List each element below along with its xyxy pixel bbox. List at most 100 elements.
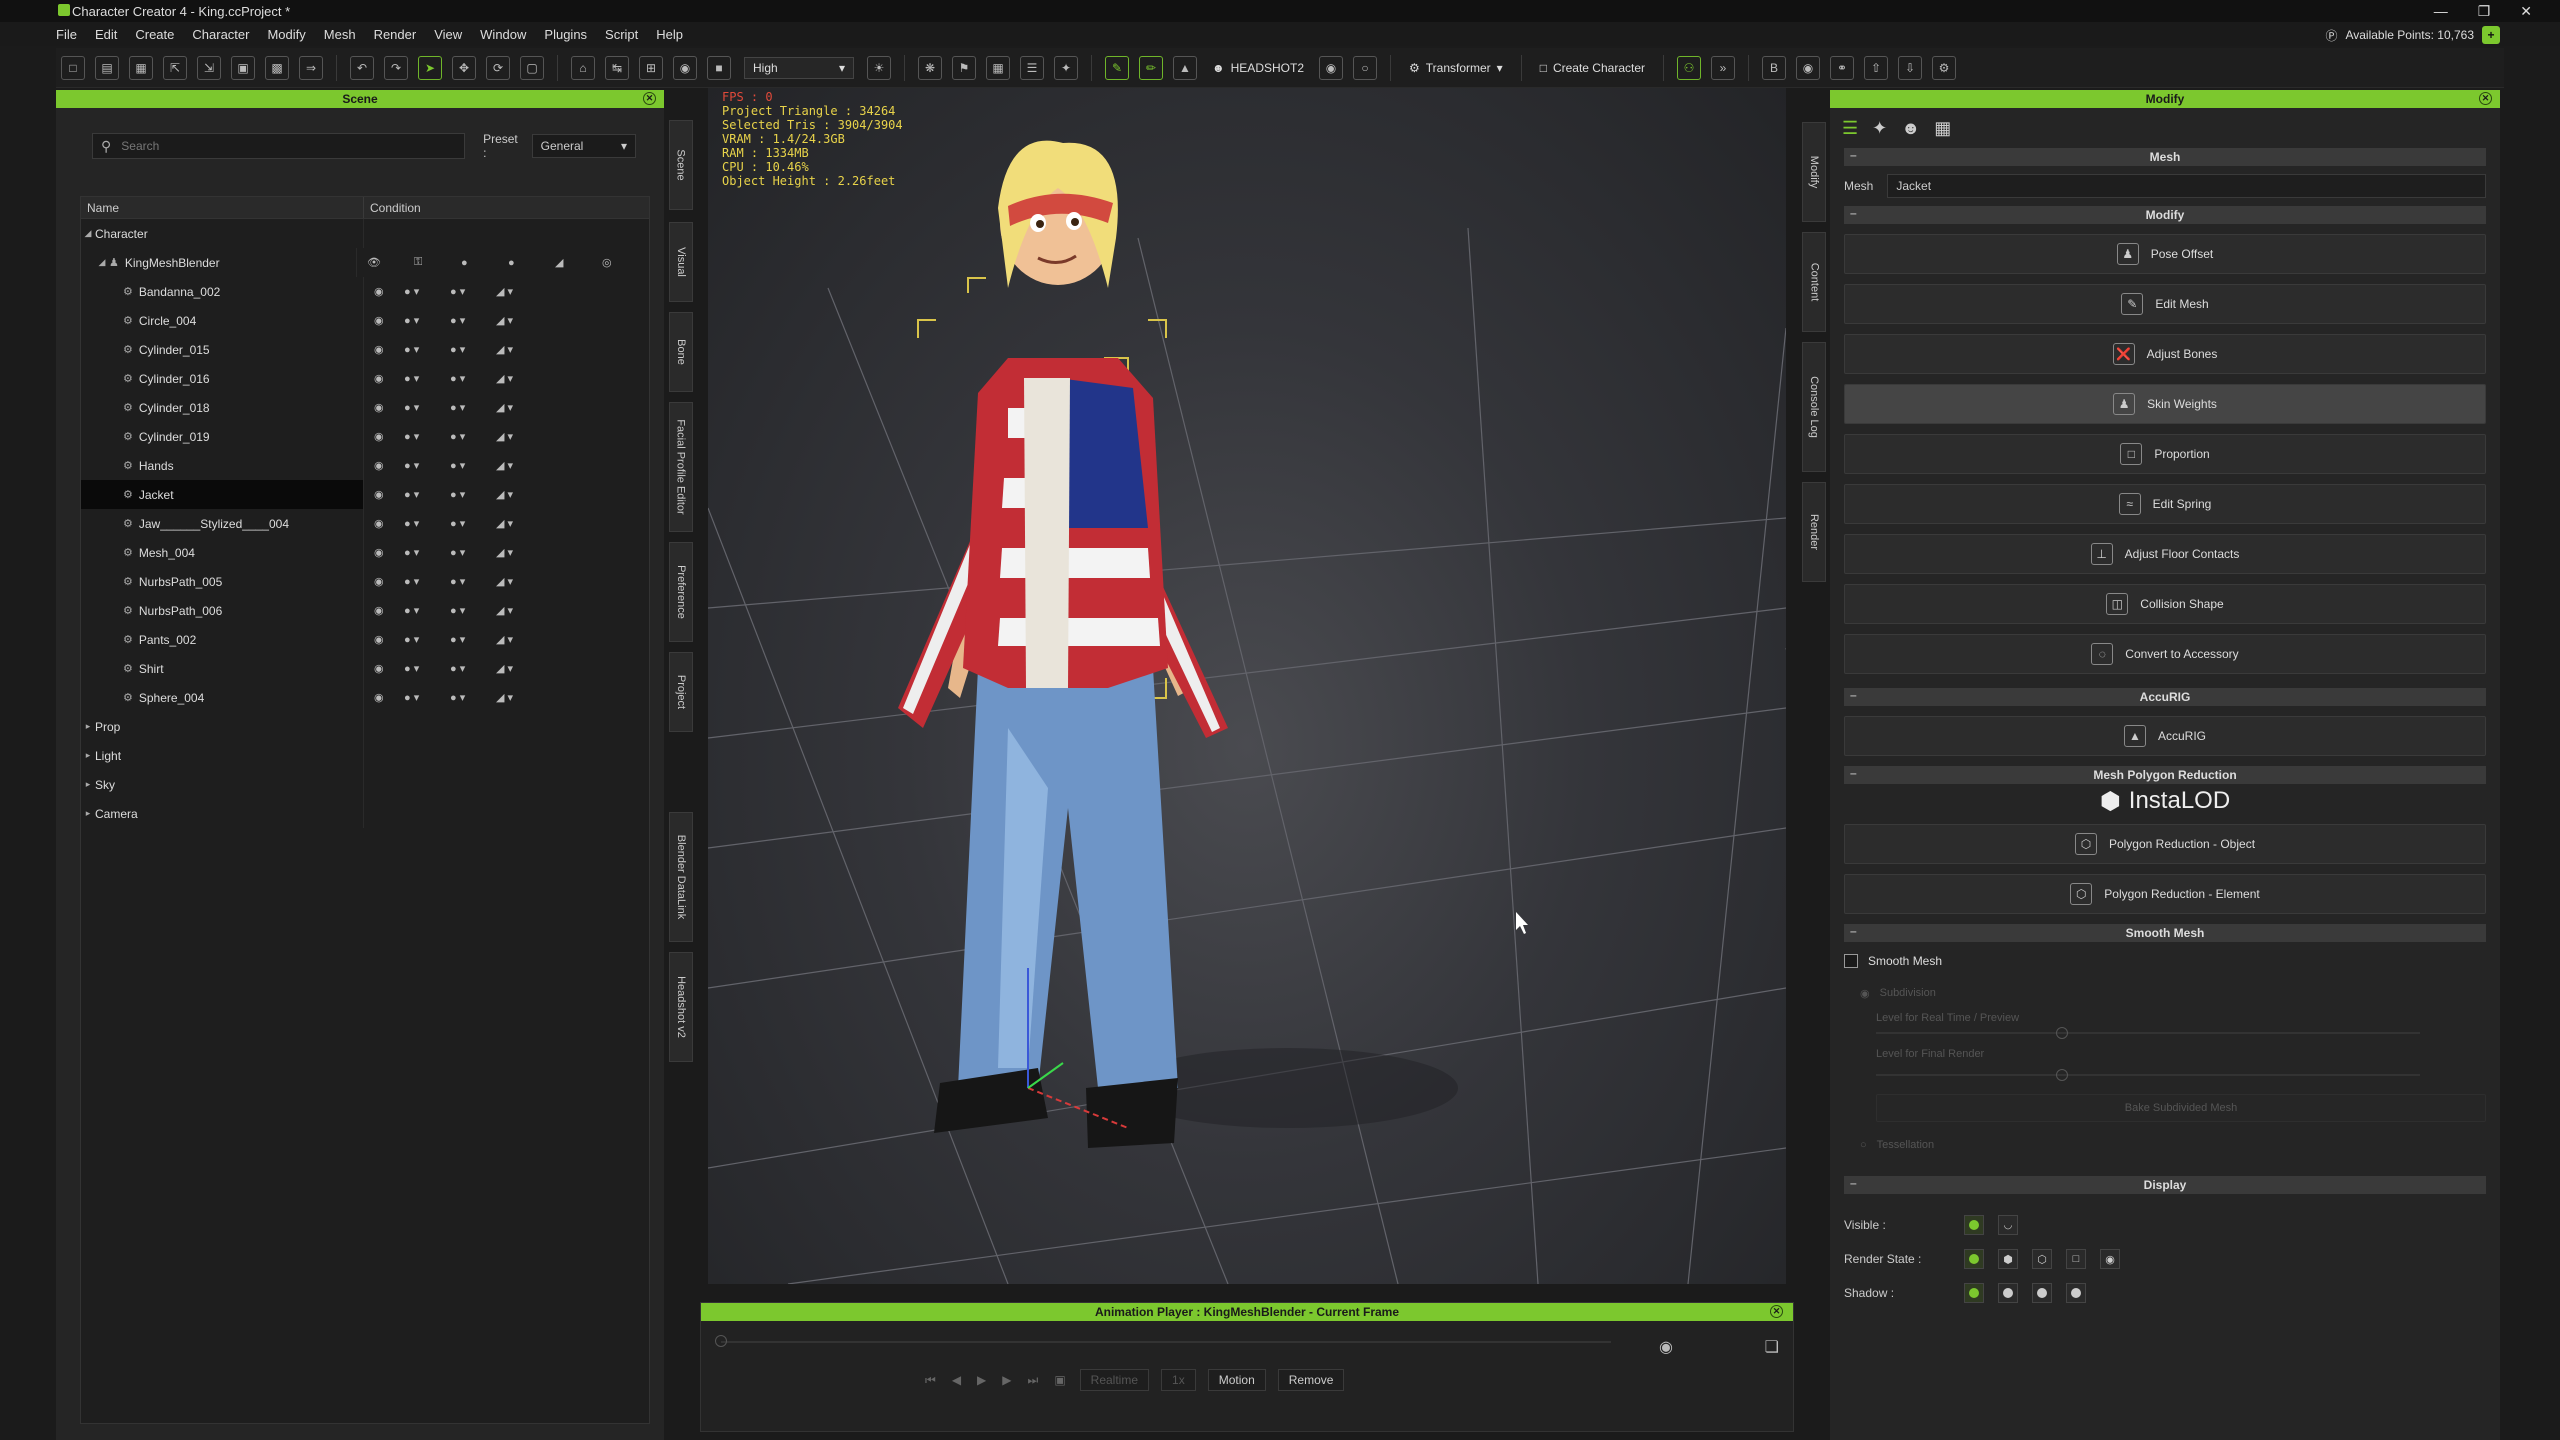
close-panel-icon[interactable]: ✕ — [643, 92, 656, 105]
tab-preference[interactable]: Preference — [669, 542, 693, 642]
morph-icon[interactable]: ☻ — [1901, 118, 1920, 139]
redo-icon[interactable]: ↷ — [384, 55, 408, 80]
eye-icon[interactable]: ◉ — [374, 546, 404, 559]
sphere-icon[interactable]: ● ▾ — [404, 372, 450, 385]
menu-modify[interactable]: Modify — [267, 27, 305, 42]
sphere-icon[interactable]: ● ▾ — [404, 546, 450, 559]
sliders-icon[interactable]: ☰ — [1842, 118, 1858, 139]
tree-row-item[interactable]: ⚙ Jacket ◉ ● ▾ ● ▾ ◢ ▾ — [81, 480, 649, 509]
sphere-icon[interactable]: ● ▾ — [404, 430, 450, 443]
radio-icon[interactable]: ◉ — [1860, 987, 1870, 1000]
search-input[interactable]: ⚲ Search — [92, 133, 466, 159]
render-box-button[interactable]: □ — [2066, 1249, 2086, 1269]
tab-modify[interactable]: Modify — [1802, 122, 1826, 222]
select-icon[interactable]: ➤ — [418, 55, 442, 80]
collapsed-icon[interactable]: ▸ — [81, 779, 95, 790]
motion-button[interactable]: Motion — [1207, 1369, 1266, 1391]
rotate-icon[interactable]: ⟳ — [486, 55, 510, 80]
edit-mesh-button[interactable]: ✎ Edit Mesh — [1844, 284, 2486, 324]
headshot-extra-icon[interactable]: ◉ — [1319, 55, 1343, 80]
tree-row-item[interactable]: ⚙ Bandanna_002 ◉ ● ▾ ● ▾ ◢ ▾ — [81, 277, 649, 306]
tab-render[interactable]: Render — [1802, 482, 1826, 582]
tree-row-item[interactable]: ⚙ Pants_002 ◉ ● ▾ ● ▾ ◢ ▾ — [81, 625, 649, 654]
tree-row-camera[interactable]: ▸ Camera — [81, 799, 649, 828]
accurig-button[interactable]: ▲ AccuRIG — [1844, 716, 2486, 756]
eye-icon[interactable]: ◉ — [374, 285, 404, 298]
unreal-icon[interactable]: ◉ — [1796, 55, 1820, 80]
shadow-on-button[interactable] — [1964, 1283, 1984, 1303]
menu-create[interactable]: Create — [135, 27, 174, 42]
eye-icon[interactable]: ◉ — [374, 401, 404, 414]
zoom-extent-icon[interactable]: ⊞ — [639, 55, 663, 80]
3d-viewport[interactable]: FPS : 0 Project Triangle : 34264 Selecte… — [708, 88, 1786, 1284]
tree-row-prop[interactable]: ▸ Prop — [81, 712, 649, 741]
cast-icon[interactable]: ◢ ▾ — [496, 633, 542, 646]
skeleton-icon[interactable]: ✦ — [1054, 55, 1078, 80]
play-icon[interactable]: ▶ — [977, 1373, 986, 1387]
eye-icon[interactable]: ◉ — [374, 633, 404, 646]
tree-row-item[interactable]: ⚙ Jaw______Stylized____004 ◉ ● ▾ ● ▾ ◢ ▾ — [81, 509, 649, 538]
tab-visual[interactable]: Visual — [669, 222, 693, 302]
sphere-icon[interactable]: ● ▾ — [404, 604, 450, 617]
sphere-icon[interactable]: ● ▾ — [450, 546, 496, 559]
sphere-icon[interactable]: ● ▾ — [450, 488, 496, 501]
section-smooth-mesh[interactable]: – Smooth Mesh — [1844, 924, 2486, 942]
eye-icon[interactable]: ◉ — [374, 517, 404, 530]
cast-icon[interactable]: ◢ ▾ — [496, 575, 542, 588]
sphere-icon[interactable]: ● ▾ — [404, 575, 450, 588]
home-icon[interactable]: ⌂ — [571, 55, 595, 80]
new-icon[interactable]: □ — [61, 55, 85, 80]
tab-console-log[interactable]: Console Log — [1802, 342, 1826, 472]
subdivision-radio[interactable]: ◉ Subdivision — [1860, 980, 2486, 1006]
tree-row-item[interactable]: ⚙ Circle_004 ◉ ● ▾ ● ▾ ◢ ▾ — [81, 306, 649, 335]
mesh-field[interactable]: Jacket — [1887, 174, 2486, 198]
checkbox-box[interactable] — [1844, 954, 1858, 968]
sphere-icon[interactable]: ● ▾ — [450, 459, 496, 472]
tree-row-item[interactable]: ⚙ Cylinder_018 ◉ ● ▾ ● ▾ ◢ ▾ — [81, 393, 649, 422]
fit-icon[interactable]: ↹ — [605, 55, 629, 80]
cast-icon[interactable]: ◢ ▾ — [496, 285, 542, 298]
menu-window[interactable]: Window — [480, 27, 526, 42]
render-faceted-button[interactable]: ⬢ — [1998, 1249, 2018, 1269]
pose-icon[interactable]: ⚇ — [1677, 55, 1701, 80]
prev-frame-icon[interactable]: ◀ — [952, 1373, 961, 1387]
sphere-icon[interactable]: ● ▾ — [404, 488, 450, 501]
slider-handle[interactable] — [2056, 1069, 2068, 1081]
collapsed-icon[interactable]: ▸ — [81, 721, 95, 732]
create-character-button[interactable]: □ Create Character — [1540, 61, 1645, 75]
lock-icon[interactable]: ⚿ — [414, 256, 461, 269]
menu-render[interactable]: Render — [374, 27, 417, 42]
radio-icon[interactable]: ○ — [1860, 1139, 1867, 1151]
preset-select[interactable]: General ▾ — [531, 134, 636, 158]
eye-icon[interactable]: ◉ — [374, 662, 404, 675]
close-icon[interactable]: ✕ — [2520, 3, 2532, 20]
slider-handle[interactable] — [2056, 1027, 2068, 1039]
pose-offset-button[interactable]: ♟ Pose Offset — [1844, 234, 2486, 274]
minimize-icon[interactable]: — — [2434, 3, 2448, 19]
scale-icon[interactable]: ▢ — [520, 55, 544, 80]
eye-icon[interactable]: ◉ — [374, 488, 404, 501]
eye-icon[interactable]: ◉ — [374, 604, 404, 617]
flag-icon[interactable]: ⚑ — [952, 55, 976, 80]
sphere-icon[interactable]: ● ▾ — [404, 314, 450, 327]
eye-icon[interactable]: 👁 — [367, 256, 414, 269]
level-final-slider[interactable] — [1876, 1069, 2420, 1081]
gizmo-icon[interactable]: ❋ — [918, 55, 942, 80]
restore-icon[interactable]: ❐ — [2478, 3, 2491, 20]
collision-shape-button[interactable]: ◫ Collision Shape — [1844, 584, 2486, 624]
cast-icon[interactable]: ◢ ▾ — [496, 459, 542, 472]
sphere-icon[interactable]: ● ▾ — [450, 517, 496, 530]
column-condition[interactable]: Condition — [364, 197, 421, 218]
tree-row-item[interactable]: ⚙ Cylinder_016 ◉ ● ▾ ● ▾ ◢ ▾ — [81, 364, 649, 393]
eye-icon[interactable]: ◉ — [374, 343, 404, 356]
tree-row-group[interactable]: ◢ ♟ KingMeshBlender 👁 ⚿ ● ● ◢ ◎ — [81, 248, 649, 277]
sphere-icon[interactable]: ● ▾ — [450, 430, 496, 443]
cast-icon[interactable]: ◢ — [555, 256, 602, 269]
render-video-icon[interactable]: ▩ — [265, 55, 289, 80]
sphere-icon[interactable]: ● ▾ — [404, 459, 450, 472]
render-wireframe-button[interactable]: ⬡ — [2032, 1249, 2052, 1269]
link-icon[interactable]: ⚭ — [1830, 55, 1854, 80]
proportion-button[interactable]: □ Proportion — [1844, 434, 2486, 474]
checker-texture-icon[interactable]: ▦ — [1934, 118, 1951, 139]
remove-button[interactable]: Remove — [1277, 1369, 1345, 1391]
